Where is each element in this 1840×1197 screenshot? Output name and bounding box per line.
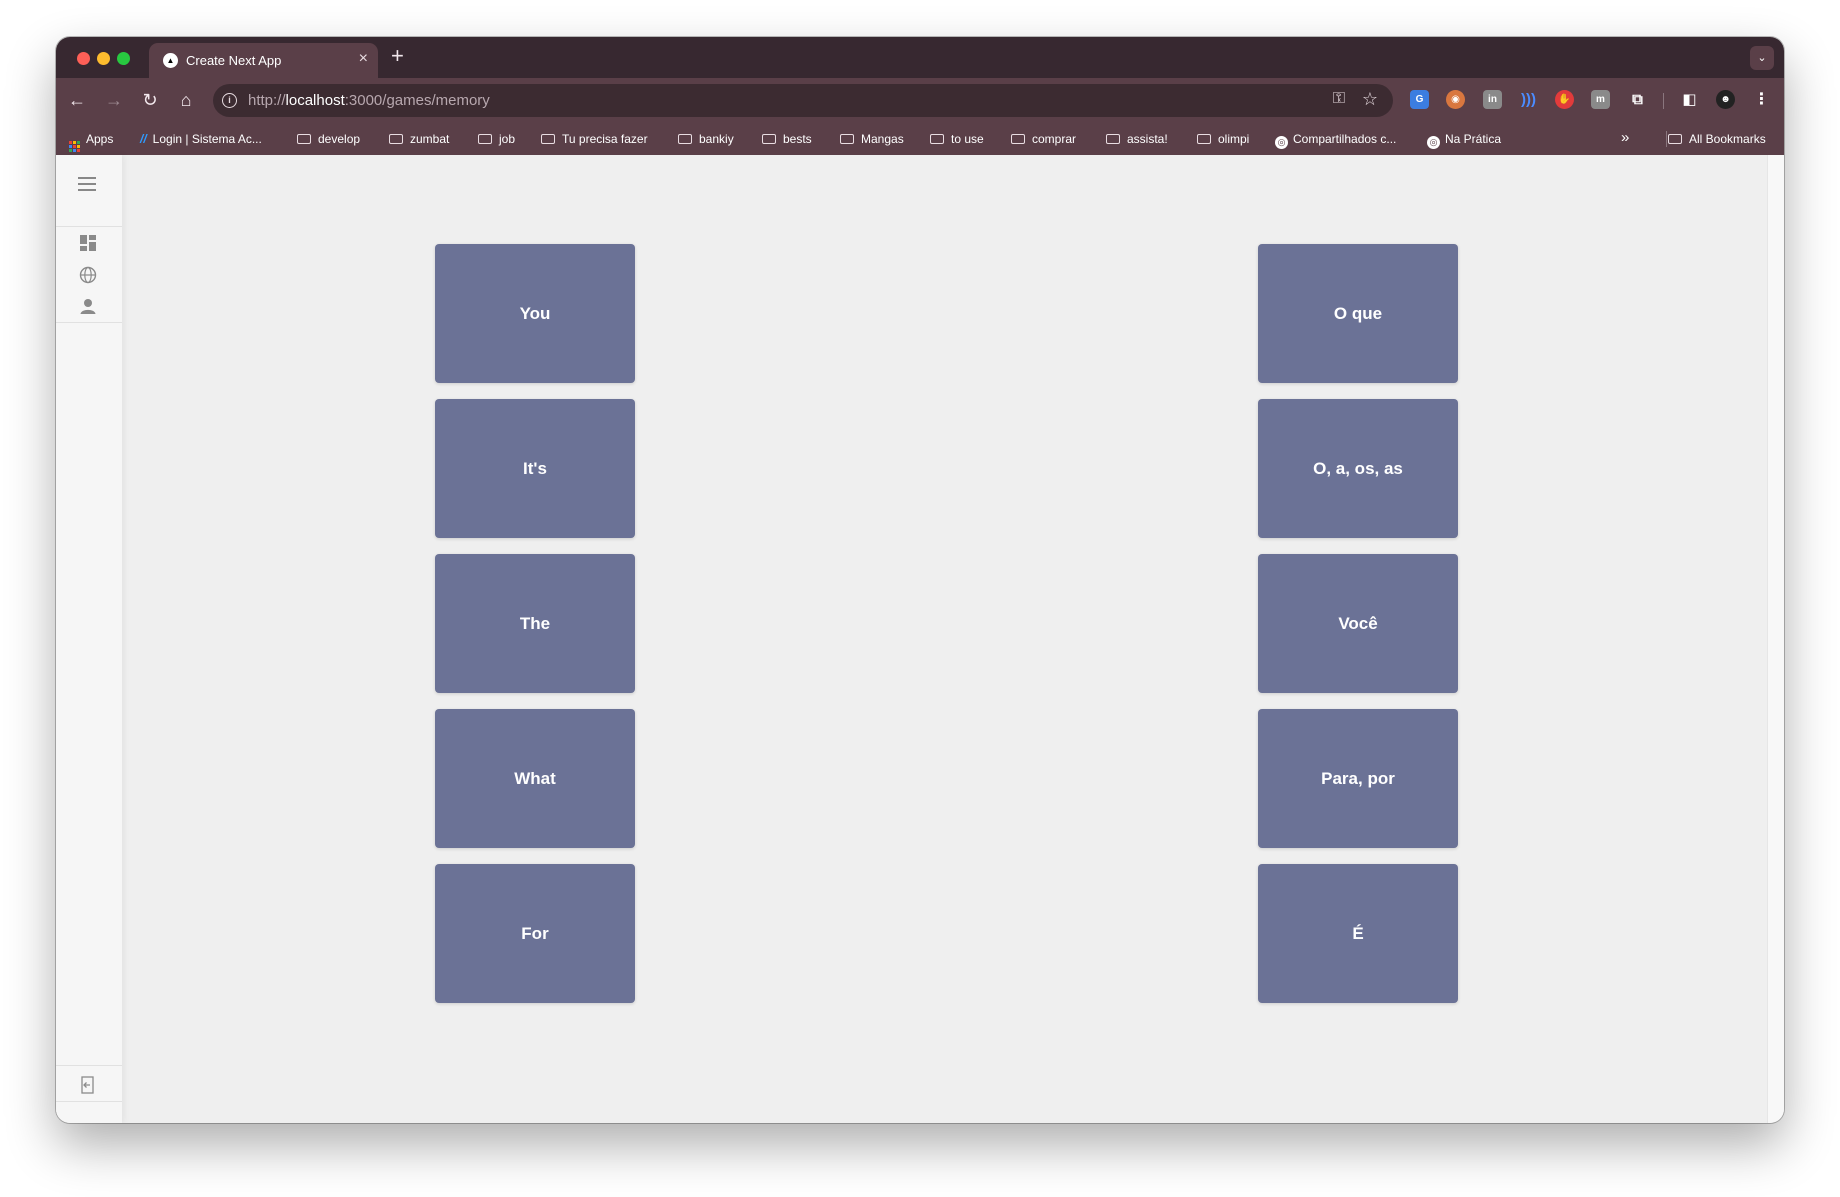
minimize-window-button[interactable] bbox=[97, 52, 110, 65]
memory-card-right[interactable]: Para, por bbox=[1258, 709, 1458, 848]
stop-extension-icon[interactable]: ✋ bbox=[1555, 90, 1574, 109]
bookmarks-divider bbox=[1666, 131, 1667, 147]
tab-close-icon[interactable]: × bbox=[359, 50, 368, 68]
globe-icon bbox=[79, 266, 97, 284]
folder-icon bbox=[1668, 134, 1682, 144]
side-panel-icon[interactable]: ◧ bbox=[1680, 90, 1699, 109]
folder-icon bbox=[1197, 134, 1211, 144]
memory-card-left[interactable]: It's bbox=[435, 399, 635, 538]
sidebar-item-languages[interactable] bbox=[56, 259, 122, 289]
folder-icon bbox=[840, 134, 854, 144]
memory-card-left[interactable]: You bbox=[435, 244, 635, 383]
memory-card-right[interactable]: O que bbox=[1258, 244, 1458, 383]
folder-icon bbox=[678, 134, 692, 144]
bookmark-olimpi[interactable]: olimpi bbox=[1197, 132, 1249, 146]
vertical-scrollbar[interactable] bbox=[1767, 155, 1784, 1123]
memory-card-right[interactable]: É bbox=[1258, 864, 1458, 1003]
bookmark-mangas[interactable]: Mangas bbox=[840, 132, 904, 146]
maximize-window-button[interactable] bbox=[117, 52, 130, 65]
sidebar-divider bbox=[56, 322, 122, 323]
page-content: You It's The What For O que O, a, os, as… bbox=[56, 155, 1767, 1123]
apps-grid-icon bbox=[69, 141, 80, 152]
folder-icon bbox=[762, 134, 776, 144]
memory-card-left[interactable]: For bbox=[435, 864, 635, 1003]
bookmark-to-use[interactable]: to use bbox=[930, 132, 984, 146]
bookmarks-overflow-button[interactable]: » bbox=[1621, 129, 1629, 146]
memory-card-right[interactable]: O, a, os, as bbox=[1258, 399, 1458, 538]
bookmark-assista[interactable]: assista! bbox=[1106, 132, 1168, 146]
home-icon[interactable]: ⌂ bbox=[175, 89, 197, 111]
toolbar-divider bbox=[1663, 93, 1664, 109]
globe-icon: ◎ bbox=[1275, 136, 1288, 149]
bookmark-apps[interactable]: Apps bbox=[69, 132, 113, 152]
sidebar-divider bbox=[56, 1065, 122, 1066]
more-menu-icon[interactable]: ⋮ bbox=[1752, 90, 1771, 109]
bookmark-bankiy[interactable]: bankiy bbox=[678, 132, 734, 146]
sidebar-divider bbox=[56, 1101, 122, 1102]
tab-title: Create Next App bbox=[186, 53, 282, 68]
bookmark-all-bookmarks[interactable]: All Bookmarks bbox=[1668, 132, 1766, 146]
bookmarks-bar: Apps //Login | Sistema Ac... develop zum… bbox=[56, 123, 1784, 155]
folder-icon bbox=[541, 134, 555, 144]
bookmark-develop[interactable]: develop bbox=[297, 132, 360, 146]
back-arrow-icon[interactable]: ← bbox=[66, 89, 88, 111]
bookmark-bests[interactable]: bests bbox=[762, 132, 812, 146]
browser-window: ▲ Create Next App × + ⌄ ← → ↻ ⌂ i http:/… bbox=[56, 37, 1784, 1123]
globe-icon: ◎ bbox=[1427, 136, 1440, 149]
bookmark-compartilhados[interactable]: ◎ Compartilhados c... bbox=[1275, 132, 1396, 149]
hamburger-menu-icon[interactable] bbox=[78, 177, 96, 195]
folder-icon bbox=[1106, 134, 1120, 144]
m-extension-icon[interactable]: m bbox=[1591, 90, 1610, 109]
translate-extension-icon[interactable]: G bbox=[1410, 90, 1429, 109]
logout-icon bbox=[81, 1076, 94, 1094]
bookmark-comprar[interactable]: comprar bbox=[1011, 132, 1076, 146]
folder-icon bbox=[389, 134, 403, 144]
sidebar bbox=[56, 155, 122, 1123]
tab-strip: ▲ Create Next App × + ⌄ bbox=[56, 37, 1784, 78]
folder-icon bbox=[1011, 134, 1025, 144]
forward-arrow-icon[interactable]: → bbox=[103, 89, 125, 111]
memory-card-right[interactable]: Você bbox=[1258, 554, 1458, 693]
memory-card-left[interactable]: What bbox=[435, 709, 635, 848]
folder-icon bbox=[478, 134, 492, 144]
extensions-puzzle-icon[interactable]: ⧉ bbox=[1628, 90, 1647, 109]
bookmark-na-pratica[interactable]: ◎ Na Prática bbox=[1427, 132, 1501, 149]
profile-avatar[interactable]: ☻ bbox=[1716, 90, 1735, 109]
slash-icon: // bbox=[140, 132, 147, 146]
sidebar-item-logout[interactable] bbox=[56, 1068, 122, 1098]
user-icon bbox=[80, 299, 96, 314]
wave-extension-icon[interactable]: ))) bbox=[1519, 90, 1538, 109]
linkedin-extension-icon[interactable]: in bbox=[1483, 90, 1502, 109]
folder-icon bbox=[930, 134, 944, 144]
tab-search-icon[interactable]: ⌄ bbox=[1750, 46, 1774, 70]
sidebar-item-profile[interactable] bbox=[56, 290, 122, 320]
folder-icon bbox=[297, 134, 311, 144]
bookmark-zumbat[interactable]: zumbat bbox=[389, 132, 449, 146]
browser-toolbar: ← → ↻ ⌂ i http://localhost:3000/games/me… bbox=[56, 78, 1784, 123]
bookmark-tu-precisa-fazer[interactable]: Tu precisa fazer bbox=[541, 132, 648, 146]
memory-card-left[interactable]: The bbox=[435, 554, 635, 693]
close-window-button[interactable] bbox=[77, 52, 90, 65]
nextjs-favicon-icon: ▲ bbox=[163, 53, 178, 68]
dashboard-icon bbox=[80, 235, 96, 251]
reload-icon[interactable]: ↻ bbox=[139, 89, 161, 111]
sidebar-item-dashboard[interactable] bbox=[56, 227, 122, 257]
tab-active[interactable]: ▲ Create Next App × bbox=[149, 43, 378, 78]
url-text[interactable]: http://localhost:3000/games/memory bbox=[248, 92, 490, 109]
password-key-icon[interactable]: ⚿ bbox=[1333, 90, 1345, 108]
bookmark-job[interactable]: job bbox=[478, 132, 515, 146]
extension-face-icon[interactable]: ◉ bbox=[1446, 90, 1465, 109]
new-tab-button[interactable]: + bbox=[391, 44, 404, 68]
bookmark-star-icon[interactable]: ☆ bbox=[1362, 89, 1378, 110]
site-info-icon[interactable]: i bbox=[222, 93, 237, 108]
bookmark-login[interactable]: //Login | Sistema Ac... bbox=[140, 132, 262, 146]
address-bar[interactable]: i http://localhost:3000/games/memory ⚿ ☆ bbox=[213, 84, 1393, 117]
